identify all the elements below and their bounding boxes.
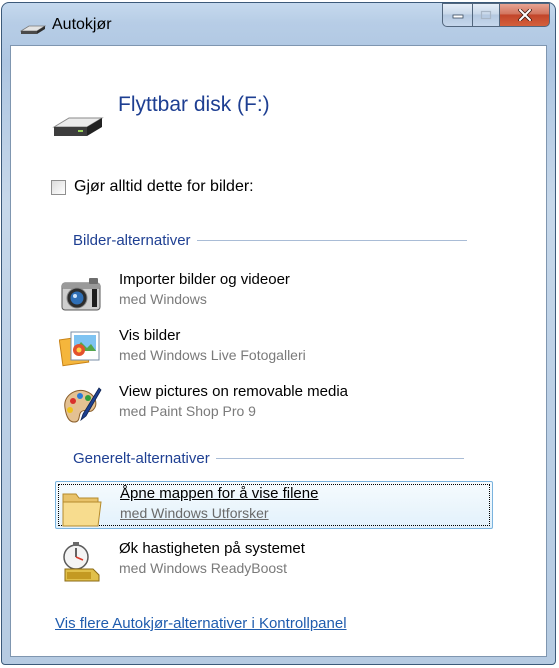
minimize-button[interactable] xyxy=(442,3,472,27)
option-provider: med Windows Utforsker xyxy=(120,505,269,521)
autoplay-window: Autokjør Flyttbar disk (F:) Gjør alltid … xyxy=(1,2,556,665)
option-action: Importer bilder og videoer xyxy=(119,271,290,288)
option-action: View pictures on removable media xyxy=(119,383,349,400)
paint-palette-icon xyxy=(64,387,102,423)
window-title: Autokjør xyxy=(52,16,112,33)
always-do-this-checkbox[interactable] xyxy=(51,179,66,195)
section-divider xyxy=(196,240,467,241)
option-open-folder[interactable]: Åpne mappen for å vise filene med Window… xyxy=(55,481,493,529)
option-action: Vis bilder xyxy=(119,327,181,344)
option-provider: med Windows ReadyBoost xyxy=(119,560,288,576)
section-title: Generelt-alternativer xyxy=(73,450,210,467)
option-action: Øk hastigheten på systemet xyxy=(119,540,305,557)
device-title: Flyttbar disk (F:) xyxy=(118,93,270,116)
removable-drive-icon xyxy=(20,25,46,34)
title-bar[interactable]: Autokjør xyxy=(2,3,555,45)
control-panel-link[interactable]: Vis flere Autokjør-alternativer i Kontro… xyxy=(55,615,347,632)
readyboost-icon xyxy=(63,542,100,582)
section-header-general: Generelt-alternativer xyxy=(73,450,464,467)
close-button[interactable] xyxy=(500,3,550,27)
section-divider xyxy=(215,458,464,459)
camera-icon xyxy=(61,278,101,311)
caption-buttons xyxy=(442,3,550,29)
close-icon xyxy=(517,9,532,21)
option-action: Åpne mappen for å vise filene xyxy=(120,485,319,502)
folder-icon xyxy=(62,493,102,527)
section-title: Bilder-alternativer xyxy=(73,232,191,249)
maximize-button[interactable] xyxy=(472,3,500,27)
always-do-this-label: Gjør alltid dette for bilder: xyxy=(74,178,254,195)
option-view-pictures-live[interactable]: Vis bilder med Windows Live Fotogalleri xyxy=(55,324,493,372)
option-provider: med Windows Live Fotogalleri xyxy=(119,347,306,363)
always-do-this-row[interactable]: Gjør alltid dette for bilder: xyxy=(51,178,254,196)
option-provider: med Windows xyxy=(119,291,207,307)
maximize-icon xyxy=(480,10,492,20)
option-provider: med Paint Shop Pro 9 xyxy=(119,403,256,419)
dialog-content: Flyttbar disk (F:) Gjør alltid dette for… xyxy=(10,45,547,657)
option-speed-up-system[interactable]: Øk hastigheten på systemet med Windows R… xyxy=(55,537,493,585)
option-import-pictures[interactable]: Importer bilder og videoer med Windows xyxy=(55,268,493,316)
option-view-pictures-paintshop[interactable]: View pictures on removable media med Pai… xyxy=(55,380,493,428)
removable-disk-icon xyxy=(52,117,104,136)
section-header-pictures: Bilder-alternativer xyxy=(73,232,467,249)
minimize-icon xyxy=(452,14,463,19)
photo-gallery-icon xyxy=(59,331,100,367)
